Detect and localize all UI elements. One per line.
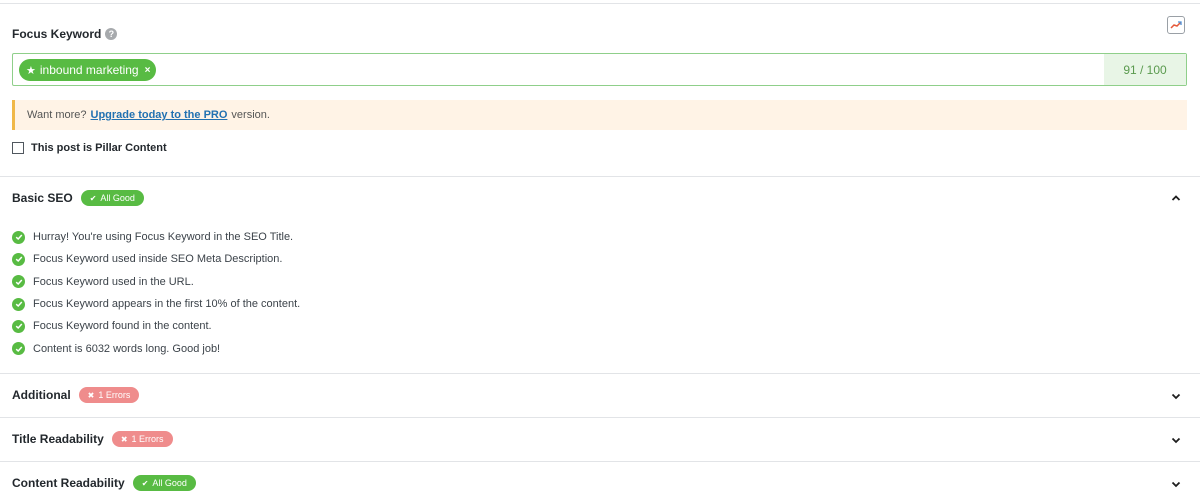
section-header-basic-seo[interactable]: Basic SEO ✔ All Good <box>12 190 144 206</box>
check-item: Focus Keyword appears in the first 10% o… <box>12 293 300 315</box>
trend-chart-icon <box>1170 21 1182 29</box>
section-divider <box>0 373 1200 374</box>
section-divider <box>0 176 1200 177</box>
section-title: Basic SEO <box>12 191 73 205</box>
keyword-tag-text: inbound marketing <box>39 63 139 77</box>
upgrade-link[interactable]: Upgrade today to the PRO <box>91 109 228 121</box>
keyword-score: 91 / 100 <box>1104 54 1186 85</box>
check-circle-icon <box>12 342 25 356</box>
check-item: Focus Keyword used inside SEO Meta Descr… <box>12 248 300 270</box>
chevron-down-icon[interactable] <box>1170 434 1182 446</box>
check-badge-icon: ✔ <box>89 193 97 203</box>
focus-keyword-title: Focus Keyword <box>12 27 102 41</box>
section-header-title-readability[interactable]: Title Readability ✖ 1 Errors <box>12 431 173 447</box>
upgrade-notice: Want more? Upgrade today to the PRO vers… <box>12 100 1187 130</box>
section-divider <box>0 461 1200 462</box>
check-text: Content is 6032 words long. Good job! <box>33 342 221 355</box>
focus-keyword-input[interactable]: ★ inbound marketing × 91 / 100 <box>12 53 1187 86</box>
status-badge: ✔ All Good <box>80 190 144 206</box>
section-title: Title Readability <box>12 432 104 446</box>
top-divider <box>0 3 1200 4</box>
x-badge-icon: ✖ <box>120 434 128 444</box>
status-badge: ✖ 1 Errors <box>111 431 173 447</box>
check-item: Content is 6032 words long. Good job! <box>12 337 300 359</box>
check-item: Hurray! You're using Focus Keyword in th… <box>12 226 300 248</box>
section-title: Additional <box>12 388 71 402</box>
keyword-tag[interactable]: ★ inbound marketing × <box>19 59 157 81</box>
section-header-additional[interactable]: Additional ✖ 1 Errors <box>12 387 140 403</box>
notice-suffix: version. <box>231 109 270 121</box>
status-badge: ✖ 1 Errors <box>78 387 140 403</box>
check-circle-icon <box>12 275 25 289</box>
section-divider <box>0 417 1200 418</box>
check-text: Focus Keyword used in the URL. <box>33 275 194 288</box>
check-item: Focus Keyword found in the content. <box>12 315 300 337</box>
focus-keyword-label: Focus Keyword ? <box>12 27 118 41</box>
trends-chart-button[interactable] <box>1167 16 1185 34</box>
basic-seo-check-list: Hurray! You're using Focus Keyword in th… <box>12 226 300 360</box>
check-circle-icon <box>12 252 25 266</box>
badge-label: All Good <box>100 193 135 203</box>
status-badge: ✔ All Good <box>132 475 196 491</box>
remove-keyword-icon[interactable]: × <box>145 65 151 76</box>
pillar-content-label: This post is Pillar Content <box>31 142 167 154</box>
badge-label: 1 Errors <box>98 390 131 400</box>
help-icon[interactable]: ? <box>105 28 118 40</box>
notice-prefix: Want more? <box>27 109 87 121</box>
pillar-content-option[interactable]: This post is Pillar Content <box>12 142 167 154</box>
check-text: Focus Keyword appears in the first 10% o… <box>33 298 301 311</box>
badge-label: 1 Errors <box>131 434 164 444</box>
chevron-down-icon[interactable] <box>1170 478 1182 490</box>
star-icon: ★ <box>26 64 36 77</box>
check-circle-icon <box>12 230 25 244</box>
pillar-content-checkbox[interactable] <box>12 142 24 154</box>
check-text: Hurray! You're using Focus Keyword in th… <box>33 231 294 244</box>
check-text: Focus Keyword found in the content. <box>33 320 212 333</box>
check-circle-icon <box>12 297 25 311</box>
check-text: Focus Keyword used inside SEO Meta Descr… <box>33 253 283 266</box>
check-circle-icon <box>12 319 25 333</box>
chevron-up-icon[interactable] <box>1170 192 1182 204</box>
check-item: Focus Keyword used in the URL. <box>12 271 300 293</box>
check-badge-icon: ✔ <box>141 478 149 488</box>
badge-label: All Good <box>152 478 187 488</box>
section-title: Content Readability <box>12 476 125 490</box>
chevron-down-icon[interactable] <box>1170 390 1182 402</box>
x-badge-icon: ✖ <box>87 390 95 400</box>
section-header-content-readability[interactable]: Content Readability ✔ All Good <box>12 475 196 491</box>
